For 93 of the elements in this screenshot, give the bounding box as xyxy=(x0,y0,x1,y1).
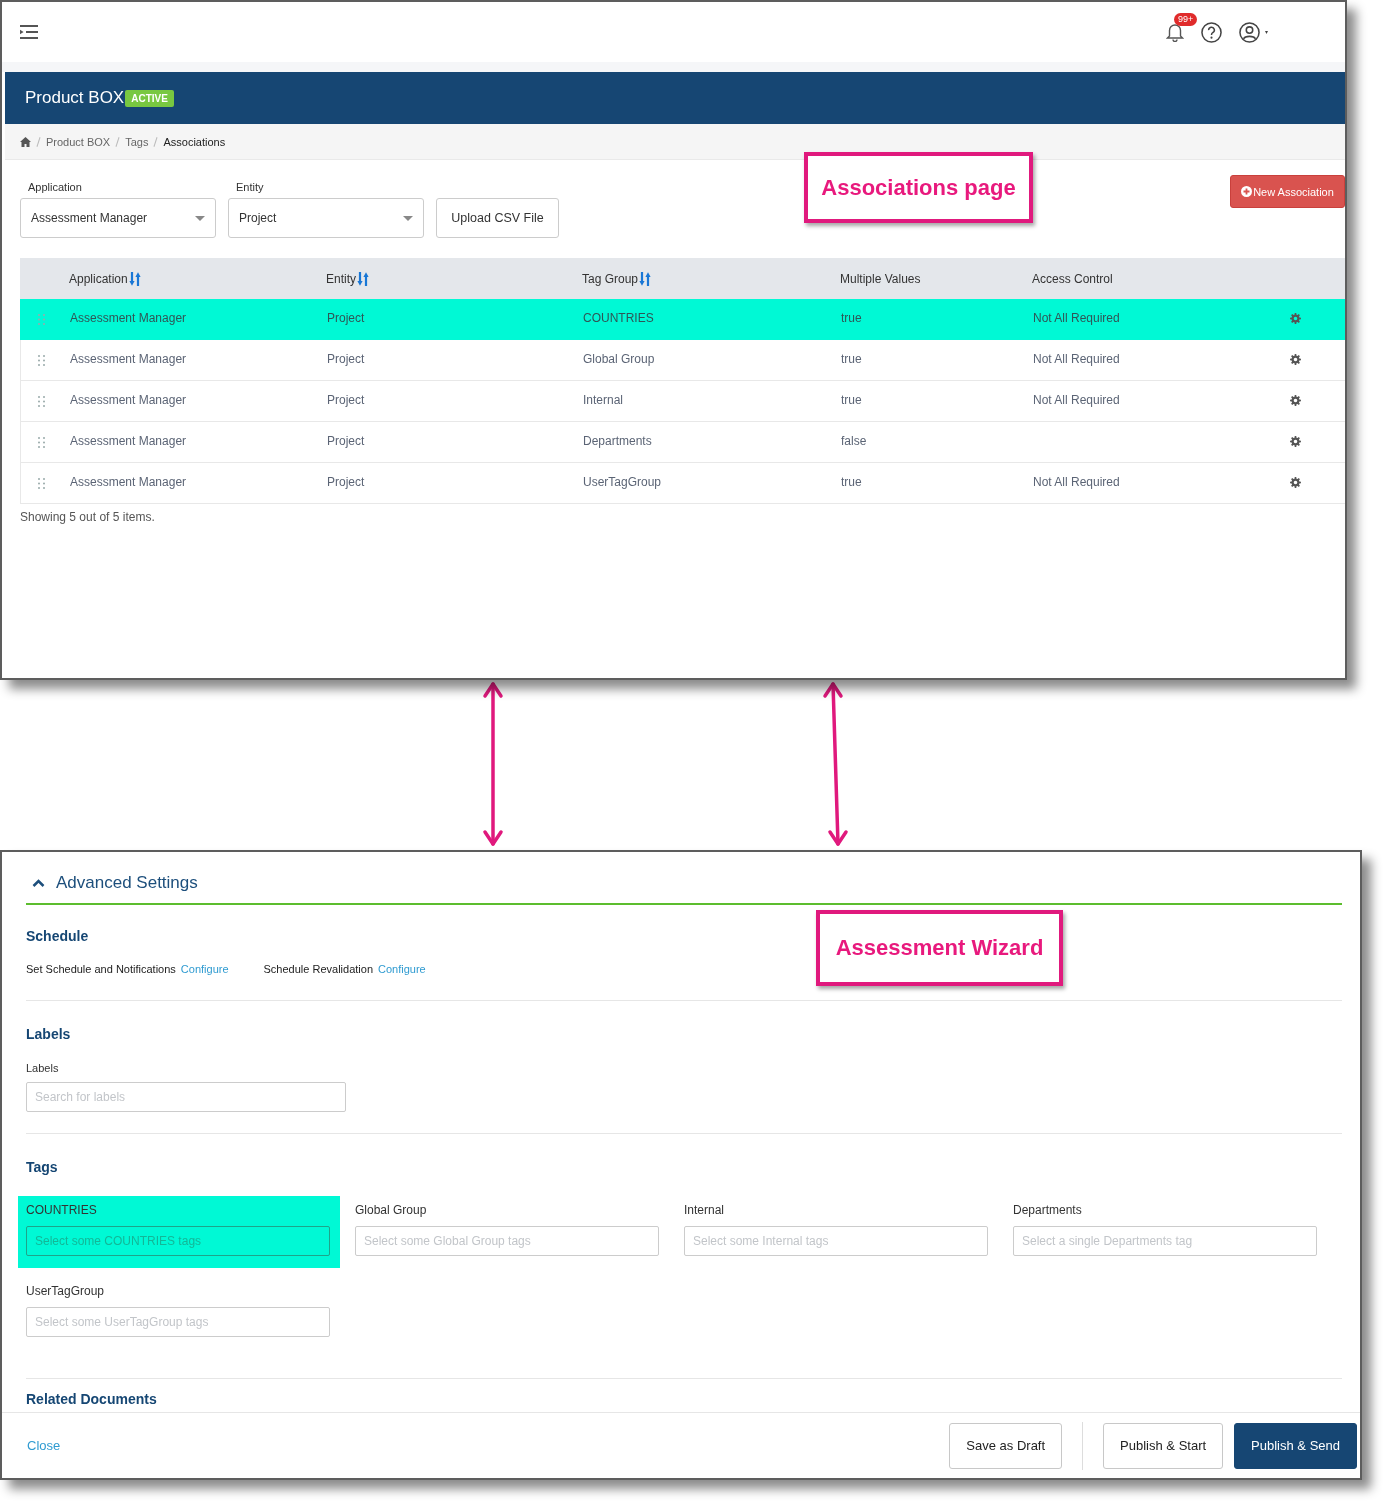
table-row[interactable]: Assessment Manager Project COUNTRIES true Not All Required xyxy=(20,299,1345,340)
secondary-button[interactable]: Save as Draft xyxy=(949,1422,1063,1469)
table-cell: Assessment Manager xyxy=(70,352,187,366)
user-icon[interactable] xyxy=(1239,21,1260,43)
tag-select-field[interactable]: Select some COUNTRIES tags xyxy=(26,1226,330,1256)
drag-handle-icon[interactable] xyxy=(37,396,45,407)
table-row[interactable]: Assessment Manager Project Global Group true Not All Required xyxy=(20,340,1345,381)
table-cell: Not All Required xyxy=(1033,311,1120,325)
home-icon[interactable] xyxy=(20,136,31,147)
sort-icon[interactable] xyxy=(639,271,652,286)
table-cell: UserTagGroup xyxy=(583,475,662,489)
menu-icon[interactable] xyxy=(20,25,38,39)
table-cell: Project xyxy=(327,352,365,366)
table-cell: Assessment Manager xyxy=(70,475,187,489)
section-heading: Labels xyxy=(26,1026,72,1042)
table-cell: Assessment Manager xyxy=(70,434,187,448)
column-header[interactable]: Entity xyxy=(326,271,356,286)
table-cell: Project xyxy=(327,475,365,489)
caret-icon[interactable] xyxy=(1265,30,1268,34)
tag-select-field[interactable]: Select some Internal tags xyxy=(684,1226,988,1256)
drag-handle-icon[interactable] xyxy=(37,314,45,325)
table-cell: Project xyxy=(327,434,365,448)
drag-handle-icon[interactable] xyxy=(37,355,45,366)
table-cell: Departments xyxy=(583,434,652,448)
chevron-up-icon[interactable] xyxy=(32,879,45,887)
table-cell: Internal xyxy=(583,393,624,407)
sort-icon[interactable] xyxy=(357,271,369,286)
new-association-button[interactable]: New Association xyxy=(1230,175,1345,208)
table-cell: Not All Required xyxy=(1033,393,1120,407)
section-heading: Tags xyxy=(26,1159,59,1175)
field-label: Application xyxy=(28,180,83,194)
search-field[interactable]: Search for labels xyxy=(26,1082,346,1112)
table-row[interactable]: Assessment Manager Project Internal true Not All Required xyxy=(20,381,1345,422)
field-label: Global Group xyxy=(355,1204,428,1216)
section-toggle[interactable]: Advanced Settings xyxy=(56,872,198,894)
table-row[interactable]: Assessment Manager Project Departments false xyxy=(20,422,1345,463)
upload-button[interactable]: Upload CSV File xyxy=(436,198,559,238)
table-cell: true xyxy=(841,311,862,325)
column-header[interactable]: Multiple Values xyxy=(840,271,921,286)
secondary-button[interactable]: Publish & Start xyxy=(1103,1422,1224,1469)
gear-icon[interactable] xyxy=(1289,477,1301,488)
gear-icon[interactable] xyxy=(1289,395,1301,406)
column-header[interactable]: Application xyxy=(69,271,128,286)
page-title: Product BOX xyxy=(25,88,125,108)
breadcrumb-link[interactable]: Product BOX xyxy=(46,135,111,148)
sort-icon[interactable] xyxy=(128,271,141,286)
table-cell: false xyxy=(841,434,867,448)
table-cell: Assessment Manager xyxy=(70,311,187,325)
table-cell: Project xyxy=(327,393,365,407)
table-cell: COUNTRIES xyxy=(583,311,654,325)
drag-handle-icon[interactable] xyxy=(37,478,45,489)
section-heading: Related Documents xyxy=(26,1391,158,1407)
table-cell: Not All Required xyxy=(1033,475,1120,489)
table-cell: true xyxy=(841,475,862,489)
gear-icon[interactable] xyxy=(1289,313,1301,324)
setting-label: Set Schedule and Notifications xyxy=(26,962,176,976)
breadcrumb-link[interactable]: Tags xyxy=(125,135,149,148)
dropdown[interactable]: Project xyxy=(228,198,424,238)
field-label: Entity xyxy=(236,180,265,194)
breadcrumb-link[interactable]: Associations xyxy=(163,135,226,148)
bell-icon[interactable] xyxy=(1166,22,1184,42)
table-cell: true xyxy=(841,352,862,366)
table-cell: true xyxy=(841,393,862,407)
table-cell: Global Group xyxy=(583,352,655,366)
drag-handle-icon[interactable] xyxy=(37,437,45,448)
setting-label: Schedule Revalidation xyxy=(263,962,373,976)
primary-button[interactable]: Publish & Send xyxy=(1234,1422,1357,1469)
table-cell: Project xyxy=(327,311,365,325)
section-heading: Schedule xyxy=(26,928,90,944)
table-row[interactable]: Assessment Manager Project UserTagGroup true Not All Required xyxy=(20,463,1345,504)
annotation-callout: Assessment Wizard xyxy=(816,910,1063,986)
status-badge: ACTIVE xyxy=(125,89,174,107)
items-summary: Showing 5 out of 5 items. xyxy=(20,510,156,524)
field-label: Internal xyxy=(684,1204,726,1216)
column-header[interactable]: Access Control xyxy=(1032,271,1113,286)
table-cell: Assessment Manager xyxy=(70,393,187,407)
help-icon[interactable] xyxy=(1201,21,1222,43)
tag-select-field[interactable]: Select a single Departments tag xyxy=(1013,1226,1317,1256)
gear-icon[interactable] xyxy=(1289,436,1301,447)
column-header[interactable]: Tag Group xyxy=(582,271,639,286)
table-cell: Not All Required xyxy=(1033,352,1120,366)
annotation-callout: Associations page xyxy=(804,152,1033,223)
field-label: UserTagGroup xyxy=(26,1285,106,1297)
notification-badge: 99+ xyxy=(1174,13,1198,26)
field-label: Labels xyxy=(26,1061,60,1075)
caret-icon xyxy=(195,215,205,221)
tag-select-field[interactable]: Select some Global Group tags xyxy=(355,1226,659,1256)
dropdown[interactable]: Assessment Manager xyxy=(20,198,216,238)
tag-select-field[interactable]: Select some UserTagGroup tags xyxy=(26,1307,330,1337)
field-label: Departments xyxy=(1013,1204,1083,1216)
caret-icon xyxy=(403,215,413,221)
gear-icon[interactable] xyxy=(1289,354,1301,365)
field-label: COUNTRIES xyxy=(26,1204,98,1216)
